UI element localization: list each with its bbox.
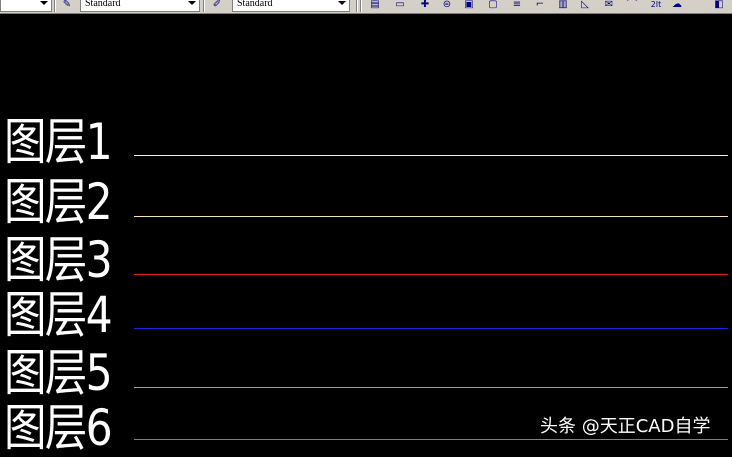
layer-label: 图层6 — [4, 399, 113, 457]
layer-line[interactable] — [134, 387, 728, 388]
dimension-icon[interactable]: ⌐ — [533, 0, 547, 10]
image-icon[interactable]: ▣ — [462, 0, 476, 10]
layer-label: 图层2 — [4, 173, 113, 231]
layer-label: 图层5 — [4, 344, 113, 402]
hatch-icon[interactable]: ≡ — [510, 0, 524, 10]
layers-icon[interactable]: ◧ — [712, 0, 726, 10]
save-icon[interactable]: ▭ — [393, 0, 407, 10]
layer-label: 图层3 — [4, 231, 113, 289]
polyline-icon[interactable]: ⌒ — [625, 0, 639, 10]
chevron-down-icon — [338, 1, 346, 5]
dim-style-icon[interactable]: ✐ — [210, 0, 224, 10]
separator — [356, 0, 358, 12]
layer-dropdown[interactable] — [0, 0, 52, 12]
grid-icon[interactable]: ▥ — [556, 0, 570, 10]
separator — [54, 0, 56, 12]
dim-style-dropdown[interactable]: Standard — [232, 0, 350, 12]
angle-icon[interactable]: ◺ — [578, 0, 592, 10]
text-style-icon[interactable]: ✎ — [60, 0, 74, 10]
layer-line[interactable] — [134, 155, 728, 156]
dim-style-value: Standard — [237, 0, 273, 9]
properties-icon[interactable]: ▤ — [368, 0, 382, 10]
cloud-icon[interactable]: ☁ — [670, 0, 684, 10]
chevron-down-icon — [188, 1, 196, 5]
layer-line[interactable] — [134, 216, 728, 217]
text-height-icon[interactable]: 2It — [647, 0, 665, 10]
separator — [203, 0, 205, 12]
envelope-icon[interactable]: ✉ — [602, 0, 616, 10]
layer-label: 图层1 — [4, 113, 113, 171]
print-icon[interactable]: ⊜ — [440, 0, 454, 10]
chevron-down-icon — [40, 1, 48, 5]
crosshair-icon[interactable]: ✚ — [418, 0, 432, 10]
watermark: 头条 @天正CAD自学 — [540, 416, 711, 437]
text-style-value: Standard — [85, 0, 121, 9]
layer-label: 图层4 — [4, 286, 113, 344]
text-style-dropdown[interactable]: Standard — [80, 0, 200, 12]
layer-line[interactable] — [134, 274, 728, 275]
layer-line[interactable] — [134, 439, 728, 440]
layer-line[interactable] — [134, 328, 728, 329]
separator — [360, 0, 362, 12]
preview-icon[interactable]: ▢ — [486, 0, 500, 10]
toolbar: ✎ Standard ✐ Standard ▤ ▭ ✚ ⊜ ▣ ▢ ≡ ⌐ ▥ ◺ ✉ ⌒ 2It ☁ ◧ — [0, 0, 732, 14]
